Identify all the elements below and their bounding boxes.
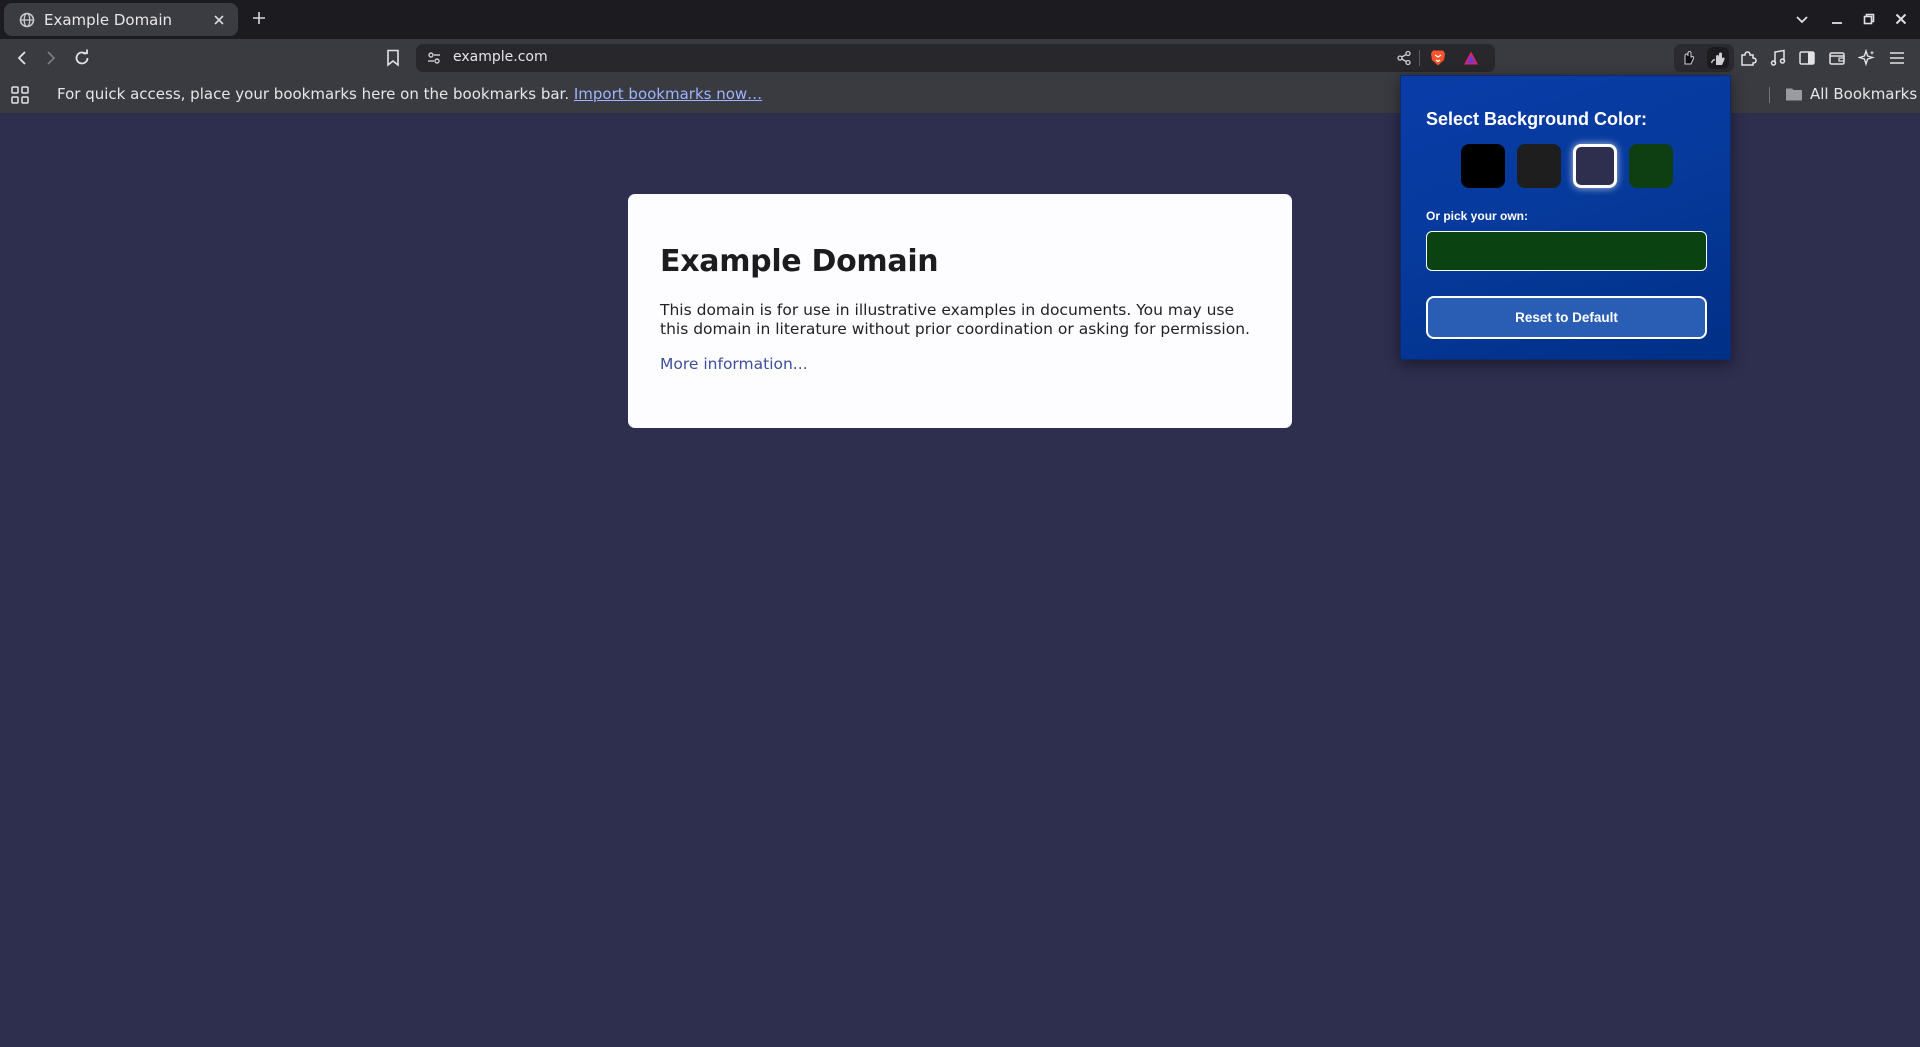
forward-button[interactable] (40, 47, 62, 69)
bookmark-icon[interactable] (382, 47, 404, 69)
address-bar-divider (1419, 50, 1420, 66)
wallet-icon[interactable] (1826, 47, 1848, 69)
main-menu-hamburger-icon[interactable] (1886, 47, 1908, 69)
bookmarks-hint-text: For quick access, place your bookmarks h… (57, 85, 570, 103)
more-information-link[interactable]: More information... (660, 355, 808, 373)
extensions-puzzle-icon[interactable] (1737, 47, 1759, 69)
site-info-icon[interactable] (425, 49, 443, 67)
tab-search-chevron-icon[interactable] (1791, 8, 1813, 30)
share-icon[interactable] (1395, 49, 1413, 67)
brave-shields-icon[interactable] (1429, 49, 1447, 67)
close-tab-icon[interactable] (210, 11, 228, 29)
extensions-pinned-group (1674, 44, 1734, 72)
bookmarks-divider (1769, 87, 1770, 103)
tab-title: Example Domain (44, 10, 173, 29)
new-tab-button[interactable] (249, 8, 269, 28)
media-music-note-icon[interactable] (1767, 47, 1789, 69)
all-bookmarks-button[interactable]: All Bookmarks (1785, 85, 1917, 103)
sidebar-toggle-icon[interactable] (1796, 47, 1818, 69)
browser-toolbar: example.com (0, 39, 1920, 77)
close-window-icon[interactable] (1890, 8, 1912, 30)
page-paragraph: This domain is for use in illustrative e… (660, 301, 1250, 338)
all-bookmarks-label: All Bookmarks (1810, 85, 1918, 103)
folder-icon (1785, 86, 1803, 102)
custom-color-label: Or pick your own: (1426, 209, 1529, 223)
paintbrush-extension-icon[interactable] (1707, 47, 1729, 69)
tab-strip: Example Domain (0, 0, 1920, 39)
restore-icon[interactable] (1858, 8, 1880, 30)
swatch-navy-slate[interactable] (1573, 144, 1617, 188)
content-card: Example Domain This domain is for use in… (628, 194, 1292, 428)
page-heading: Example Domain (660, 244, 939, 279)
apps-grid-icon[interactable] (10, 85, 30, 105)
swatch-dark-gray[interactable] (1517, 144, 1561, 188)
url-text: example.com (453, 49, 548, 65)
minimize-icon[interactable] (1826, 8, 1848, 30)
back-button[interactable] (11, 47, 33, 69)
reset-to-default-button[interactable]: Reset to Default (1426, 296, 1707, 339)
custom-color-picker[interactable] (1426, 231, 1707, 271)
reload-button[interactable] (71, 47, 93, 69)
import-bookmarks-link[interactable]: Import bookmarks now… (574, 85, 762, 103)
popup-title: Select Background Color: (1426, 109, 1648, 129)
globe-icon (18, 11, 36, 29)
tab-example-domain[interactable]: Example Domain (4, 3, 238, 36)
address-bar[interactable]: example.com (416, 44, 1495, 72)
brave-rewards-icon[interactable] (1462, 49, 1480, 67)
hand-extension-icon[interactable] (1677, 47, 1699, 69)
bookmarks-bar-message: For quick access, place your bookmarks h… (57, 85, 762, 103)
swatch-black[interactable] (1461, 144, 1505, 188)
swatch-dark-green[interactable] (1629, 144, 1673, 188)
leo-ai-sparkle-icon[interactable] (1856, 47, 1878, 69)
background-color-popup: Select Background Color: Or pick your ow… (1400, 75, 1731, 360)
